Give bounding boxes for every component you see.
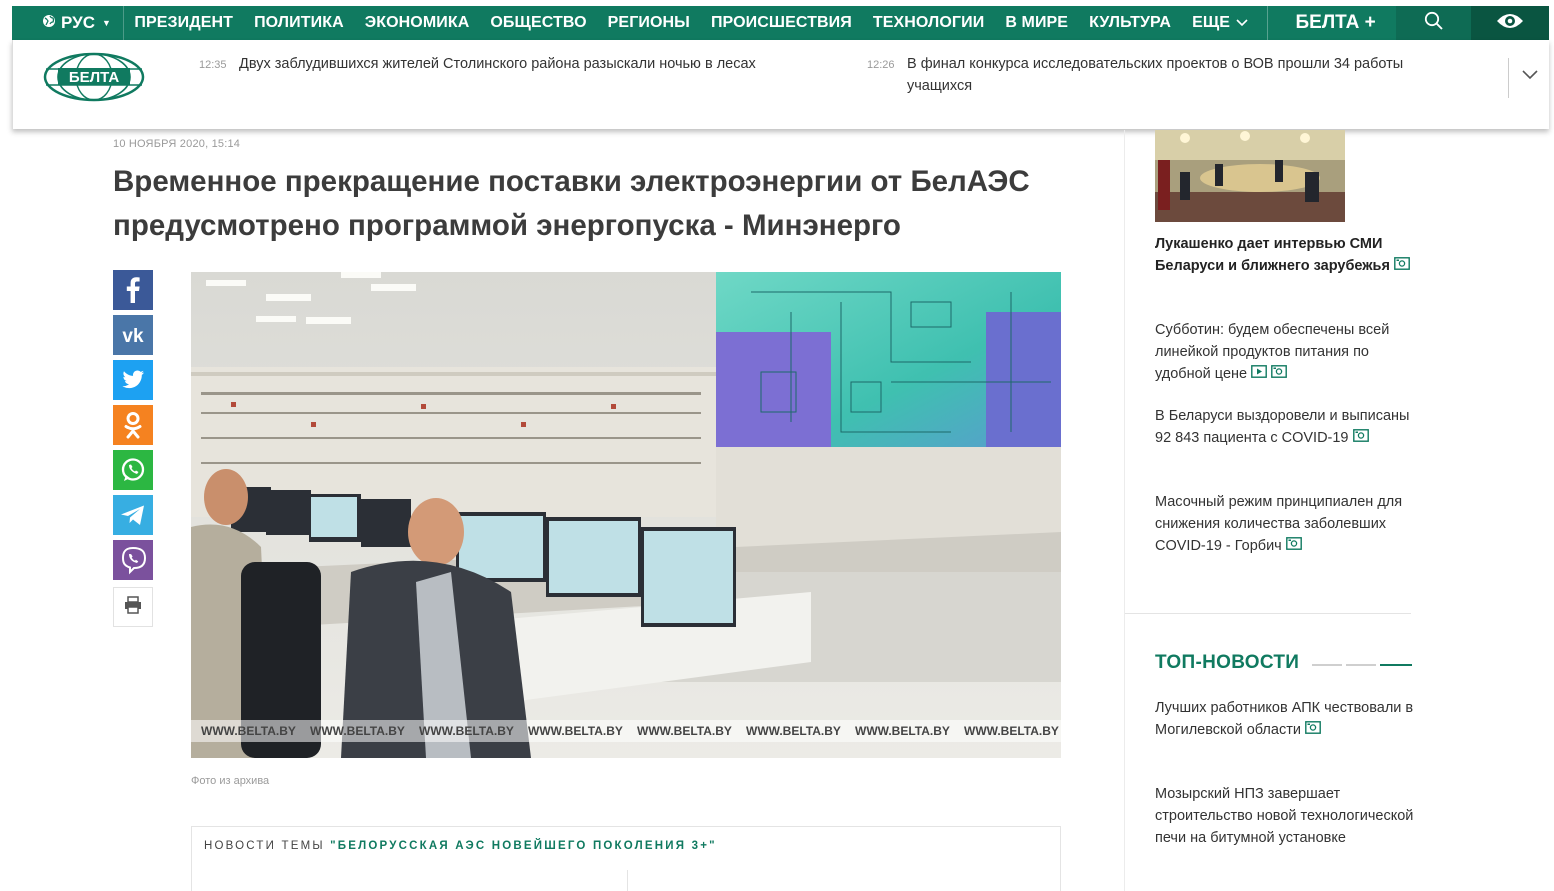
globe-icon xyxy=(42,13,56,33)
photo-icon xyxy=(1394,255,1410,277)
nav-item[interactable]: ЭКОНОМИКА xyxy=(354,6,480,40)
ticker-item[interactable]: 12:26 В финал конкурса исследовательских… xyxy=(867,53,1467,97)
photo-caption: Фото из архива xyxy=(191,775,270,787)
twitter-icon xyxy=(113,359,153,405)
vk-icon: vk xyxy=(113,314,153,360)
photo-watermark: WWW.BELTA.BY xyxy=(855,724,950,738)
photo-watermark: WWW.BELTA.BY xyxy=(528,724,623,738)
photo-watermark: WWW.BELTA.BY xyxy=(201,724,296,738)
nav-item[interactable]: ПРОИСШЕСТВИЯ xyxy=(700,6,862,40)
divider xyxy=(1508,58,1509,98)
search-icon xyxy=(1424,11,1444,36)
sidebar-divider xyxy=(1124,130,1125,891)
photo-watermark: WWW.BELTA.BY xyxy=(637,724,732,738)
nav-more-button[interactable]: ЕЩЕ xyxy=(1182,6,1259,40)
photo-icon xyxy=(1285,535,1302,557)
facebook-icon xyxy=(113,269,153,315)
nav-more-label: ЕЩЕ xyxy=(1192,14,1231,31)
svg-text:vk: vk xyxy=(122,326,144,347)
sidebar-news-item[interactable]: Лучших работников АПК чествовали в Могил… xyxy=(1155,697,1415,741)
photo-icon xyxy=(1271,363,1287,385)
sidebar-news-item[interactable]: Мозырский НПЗ завершает строительство но… xyxy=(1155,783,1415,849)
ticker-expand-button[interactable] xyxy=(1521,68,1539,86)
top-news-heading: ТОП-НОВОСТИ xyxy=(1155,652,1300,673)
nav-item[interactable]: ПОЛИТИКА xyxy=(244,6,355,40)
share-telegram-button[interactable] xyxy=(113,494,153,540)
divider xyxy=(1125,613,1411,614)
photo-icon xyxy=(1305,719,1321,741)
sidebar-news-item[interactable]: Лукашенко дает интервью СМИ Беларуси и б… xyxy=(1155,233,1415,277)
share-viber-button[interactable] xyxy=(113,539,153,585)
language-switcher[interactable]: РУС ▼ xyxy=(12,6,124,40)
heading-decoration xyxy=(1312,664,1412,666)
ticker-time: 12:26 xyxy=(867,59,895,71)
top-navigation: РУС ▼ ПРЕЗИДЕНТ ПОЛИТИКА ЭКОНОМИКА ОБЩЕСТВО… xyxy=(12,6,1549,40)
news-headline[interactable]: Мозырский НПЗ завершает строительство но… xyxy=(1155,786,1413,846)
svg-text:БЕЛТА: БЕЛТА xyxy=(69,69,120,86)
article-date: 10 НОЯБРЯ 2020, 15:14 xyxy=(113,138,241,150)
accessibility-button[interactable] xyxy=(1471,6,1549,40)
printer-icon xyxy=(123,595,143,620)
related-topic-box: НОВОСТИ ТЕМЫ "БЕЛОРУССКАЯ АЭС НОВЕЙШЕГО … xyxy=(191,826,1061,891)
search-button[interactable] xyxy=(1395,6,1472,40)
nav-item[interactable]: ОБЩЕСТВО xyxy=(480,6,597,40)
related-topic-label[interactable]: НОВОСТИ ТЕМЫ "БЕЛОРУССКАЯ АЭС НОВЕЙШЕГО … xyxy=(204,840,717,852)
video-icon xyxy=(1251,363,1267,385)
telegram-icon xyxy=(113,494,153,540)
share-vk-button[interactable]: vk xyxy=(113,314,153,360)
ticker-item[interactable]: 12:35 Двух заблудившихся жителей Столинс… xyxy=(199,53,759,75)
share-odnoklassniki-button[interactable] xyxy=(113,404,153,450)
photo-watermark: WWW.BELTA.BY xyxy=(746,724,841,738)
eye-icon xyxy=(1495,11,1525,36)
whatsapp-icon xyxy=(113,449,153,495)
belta-logo[interactable]: БЕЛТА xyxy=(43,52,145,107)
theme-name-link[interactable]: "БЕЛОРУССКАЯ АЭС НОВЕЙШЕГО ПОКОЛЕНИЯ 3+" xyxy=(330,840,717,852)
news-headline[interactable]: В Беларуси выздоровели и выписаны 92 843… xyxy=(1155,408,1409,446)
ticker-text[interactable]: Двух заблудившихся жителей Столинского р… xyxy=(239,53,759,75)
sidebar-news-item[interactable]: Масочный режим принципиален для снижения… xyxy=(1155,491,1415,557)
chevron-down-icon xyxy=(1521,68,1539,85)
news-headline[interactable]: Лукашенко дает интервью СМИ Беларуси и б… xyxy=(1155,236,1390,274)
photo-watermark: WWW.BELTA.BY xyxy=(310,724,405,738)
nav-menu: ПРЕЗИДЕНТ ПОЛИТИКА ЭКОНОМИКА ОБЩЕСТВО РЕГИОН… xyxy=(124,6,1182,40)
news-headline[interactable]: Масочный режим принципиален для снижения… xyxy=(1155,494,1402,554)
viber-icon xyxy=(113,539,153,585)
belta-plus-link[interactable]: БЕЛТА + xyxy=(1266,6,1396,40)
photo-watermark: WWW.BELTA.BY xyxy=(419,724,514,738)
article-title: Временное прекращение поставки электроэн… xyxy=(113,165,1030,242)
sidebar-news-image[interactable] xyxy=(1155,130,1345,222)
nav-item[interactable]: КУЛЬТУРА xyxy=(1079,6,1182,40)
print-button[interactable] xyxy=(113,587,153,627)
site-header: БЕЛТА 12:35 Двух заблудившихся жителей С… xyxy=(12,40,1549,129)
nav-item[interactable]: ПРЕЗИДЕНТ xyxy=(124,6,244,40)
sidebar-news-item[interactable]: Субботин: будем обеспечены всей линейкой… xyxy=(1155,319,1415,385)
share-twitter-button[interactable] xyxy=(113,359,153,405)
ticker-time: 12:35 xyxy=(199,59,227,71)
photo-watermark: WWW.BELTA.BY xyxy=(964,724,1059,738)
article-photo[interactable]: WWW.BELTA.BY WWW.BELTA.BY WWW.BELTA.BY WWW.… xyxy=(191,272,1061,758)
photo-icon xyxy=(1352,427,1369,449)
ticker-text[interactable]: В финал конкурса исследовательских проек… xyxy=(907,53,1447,97)
nav-item[interactable]: В МИРЕ xyxy=(995,6,1079,40)
nav-item[interactable]: ТЕХНОЛОГИИ xyxy=(862,6,994,40)
theme-label-text: НОВОСТИ ТЕМЫ xyxy=(204,840,325,852)
nav-item[interactable]: РЕГИОНЫ xyxy=(597,6,700,40)
odnoklassniki-icon xyxy=(113,404,153,450)
share-whatsapp-button[interactable] xyxy=(113,449,153,495)
news-headline[interactable]: Лучших работников АПК чествовали в Могил… xyxy=(1155,700,1413,738)
sidebar-news-item[interactable]: В Беларуси выздоровели и выписаны 92 843… xyxy=(1155,405,1415,449)
share-facebook-button[interactable] xyxy=(113,269,153,315)
caret-down-icon: ▼ xyxy=(101,18,111,28)
divider xyxy=(627,870,628,891)
chevron-down-icon xyxy=(1236,6,1248,40)
language-label: РУС xyxy=(61,13,95,32)
